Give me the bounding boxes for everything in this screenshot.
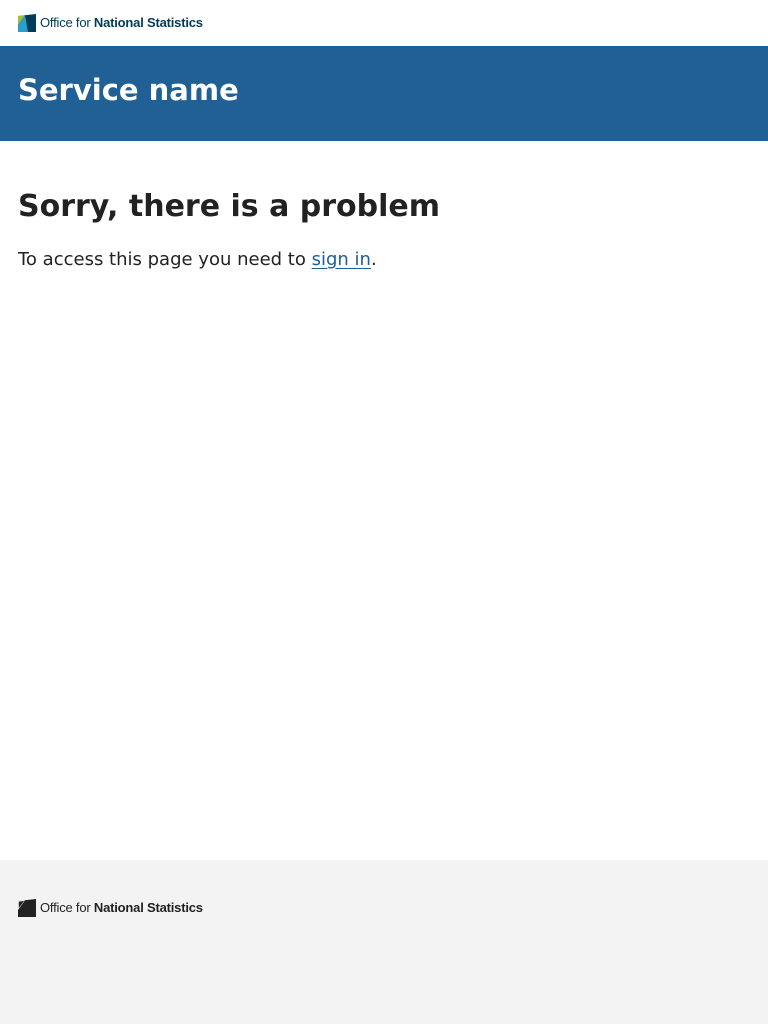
sign-in-link[interactable]: sign in [312,249,371,270]
footer-ons-logo-link[interactable]: Office for National Statistics [18,899,203,917]
footer-logo-text: Office for National Statistics [40,900,203,915]
ons-logo-icon [18,14,36,32]
ons-logo-icon [18,899,36,917]
logo-text: Office for National Statistics [40,15,203,30]
page-title: Sorry, there is a problem [18,189,441,224]
sign-in-message: To access this page you need to sign in. [18,248,377,272]
message-end: . [370,249,377,270]
brand-bar: Office for National Statistics [0,0,768,46]
page: Office for National Statistics Service n… [0,0,768,1024]
service-name[interactable]: Service name [18,72,239,108]
footer: Office for National Statistics [0,860,768,1024]
ons-logo-link[interactable]: Office for National Statistics [18,14,203,32]
service-header: Service name [0,46,768,141]
message-text: To access this page you need to [18,249,312,270]
